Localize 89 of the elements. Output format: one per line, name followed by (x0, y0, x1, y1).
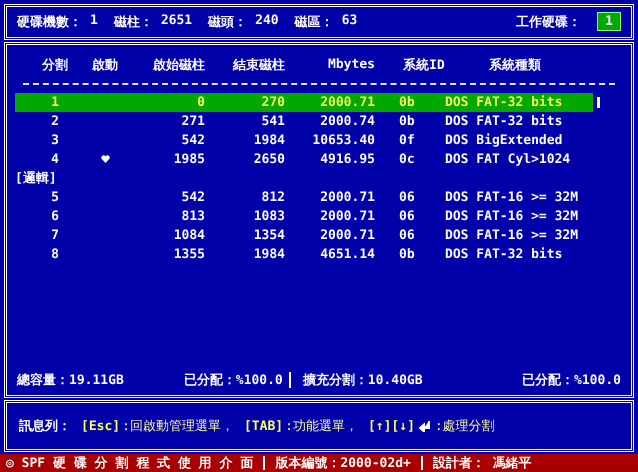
table-cell-text: 2000.71 (319, 208, 375, 224)
table-cell-text: 7 (50, 228, 60, 243)
working-disk-label: 工作硬碟： (516, 14, 582, 31)
table-cell-text: DOS FAT-32 bits (445, 246, 564, 262)
table-cell-text: 1083 (252, 208, 285, 224)
table-cell-text: 541 (260, 114, 285, 129)
partition-row[interactable]: 7 1084 1354 2000.71 06 DOS FAT-16 >= 32M (15, 226, 593, 245)
table-cell-text: 1985 (172, 152, 205, 167)
partition-row[interactable]: 8 1355 1984 4651.14 0b DOS FAT-32 bits (15, 244, 593, 264)
table-cell-text: 1984 (252, 246, 285, 262)
table-cell-text: 542 (180, 190, 205, 205)
table-cell-text: 0b (398, 94, 416, 110)
table-cell-text: 06 (398, 190, 416, 205)
table-cell-text: DOS FAT-16 >= 32M (445, 208, 580, 224)
message-label: 訊息列： (19, 418, 71, 436)
table-cell-text: DOS FAT-32 bits (445, 94, 564, 110)
table-cell-text: 10653.40 (311, 132, 375, 148)
table-cell-text: 270 (260, 94, 285, 110)
table-cell-text: DOS BigExtended (445, 132, 564, 148)
table-cell-text: 813 (180, 208, 205, 224)
table-cell-text: DOS FAT-16 >= 32M (445, 228, 580, 243)
table-cell-text: 1 (50, 94, 60, 110)
table-cell-text: 2000.74 (319, 114, 375, 129)
table-cell-text: 1984 (252, 132, 285, 148)
column-header: 啟始磁柱 (152, 56, 205, 74)
column-header: Mbytes (327, 57, 375, 72)
table-cell-text: 0c (398, 152, 416, 167)
table-cell-text: 3 (50, 132, 60, 148)
field-label: 硬碟機數： (17, 14, 82, 31)
column-header: 啟動 (90, 56, 119, 74)
table-cell-text: 0 (196, 94, 205, 110)
status-text: 設計者： 馮緒平 (432, 454, 532, 472)
table-cell-text: DOS FAT Cyl>1024 (445, 152, 572, 167)
enter-key-icon (418, 420, 431, 432)
total-capacity: 總容量：19.11GB (17, 372, 124, 390)
field-value: 63 (342, 12, 358, 30)
table-cell-text: 1084 (172, 228, 205, 243)
extended-allocated-percent: 已分配：%100.0 (522, 372, 621, 390)
table-cell-text: DOS FAT-32 bits (445, 114, 564, 129)
table-cell-text: 0b (398, 114, 416, 129)
column-header: 分割 (40, 56, 69, 74)
field-label: 磁柱： (114, 14, 153, 31)
table-cell-text: DOS FAT-16 >= 32M (445, 190, 580, 205)
partition-row[interactable]: 3 542 1984 10653.40 0f DOS BigExtended (15, 130, 593, 150)
table-cell-text: 2000.71 (319, 94, 375, 110)
partition-row[interactable]: 5 542 812 2000.71 06 DOS FAT-16 >= 32M (15, 188, 593, 207)
table-cell-text: 0f (398, 132, 416, 148)
status-text: 版本編號：2000-02d+ (275, 455, 411, 472)
shortcut-key: [↑][↓] (368, 418, 415, 434)
partition-row[interactable]: 2 271 541 2000.74 0b DOS FAT-32 bits (15, 112, 593, 131)
shortcut-key: [Esc] (81, 418, 120, 434)
table-cell-text: 4 (50, 152, 60, 167)
column-header: 系統ID (402, 56, 445, 74)
field-label: 磁頭： (208, 14, 248, 31)
table-cell-text: 06 (398, 228, 416, 243)
table-cell-text: 0b (398, 246, 416, 262)
column-header: 系統種類 (488, 56, 542, 74)
shortcut-description: :回啟動管理選單， (122, 418, 234, 436)
scroll-marker-icon (597, 96, 600, 108)
allocated-percent: 已分配：%100.0 (184, 372, 283, 390)
group-label: [邏輯] (15, 170, 58, 188)
table-cell-text: 1355 (172, 246, 205, 262)
heart-icon (100, 155, 110, 164)
column-header: 結束磁柱 (232, 56, 285, 74)
table-cell-text: 2000.71 (319, 190, 375, 205)
table-cell-text: 1354 (252, 228, 285, 243)
partition-row[interactable]: 6 813 1083 2000.71 06 DOS FAT-16 >= 32M (15, 206, 593, 226)
table-cell-text: 271 (180, 114, 205, 129)
shortcut-description: :處理分割 (434, 418, 495, 436)
table-cell-text: 8 (50, 246, 60, 262)
table-cell-text: 5 (50, 190, 60, 205)
field-value: 240 (255, 12, 279, 30)
field-label: 磁區： (294, 14, 334, 31)
table-cell-text: 812 (260, 190, 285, 205)
status-text: ◎ SPF 硬 碟 分 割 程 式 使 用 介 面 (6, 454, 254, 472)
table-cell-text: 6 (50, 208, 60, 224)
field-value: 1 (90, 12, 98, 30)
shortcut-description: :功能選單， (285, 418, 358, 436)
shortcut-key: [TAB] (244, 418, 284, 434)
table-cell-text: 4916.95 (319, 152, 375, 167)
table-cell-text: 2650 (252, 152, 285, 167)
table-cell-text: 2000.71 (319, 228, 375, 243)
table-cell-text: 4651.14 (319, 246, 375, 262)
partition-row[interactable]: 4 1985 2650 4916.95 0c DOS FAT Cyl>1024 (15, 150, 593, 169)
field-value: 2651 (160, 12, 192, 30)
extended-size: 擴充分割：10.40GB (302, 372, 423, 390)
table-cell-text: 542 (180, 132, 205, 148)
table-cell-text: 06 (398, 208, 416, 224)
table-cell-text: 2 (50, 114, 60, 129)
